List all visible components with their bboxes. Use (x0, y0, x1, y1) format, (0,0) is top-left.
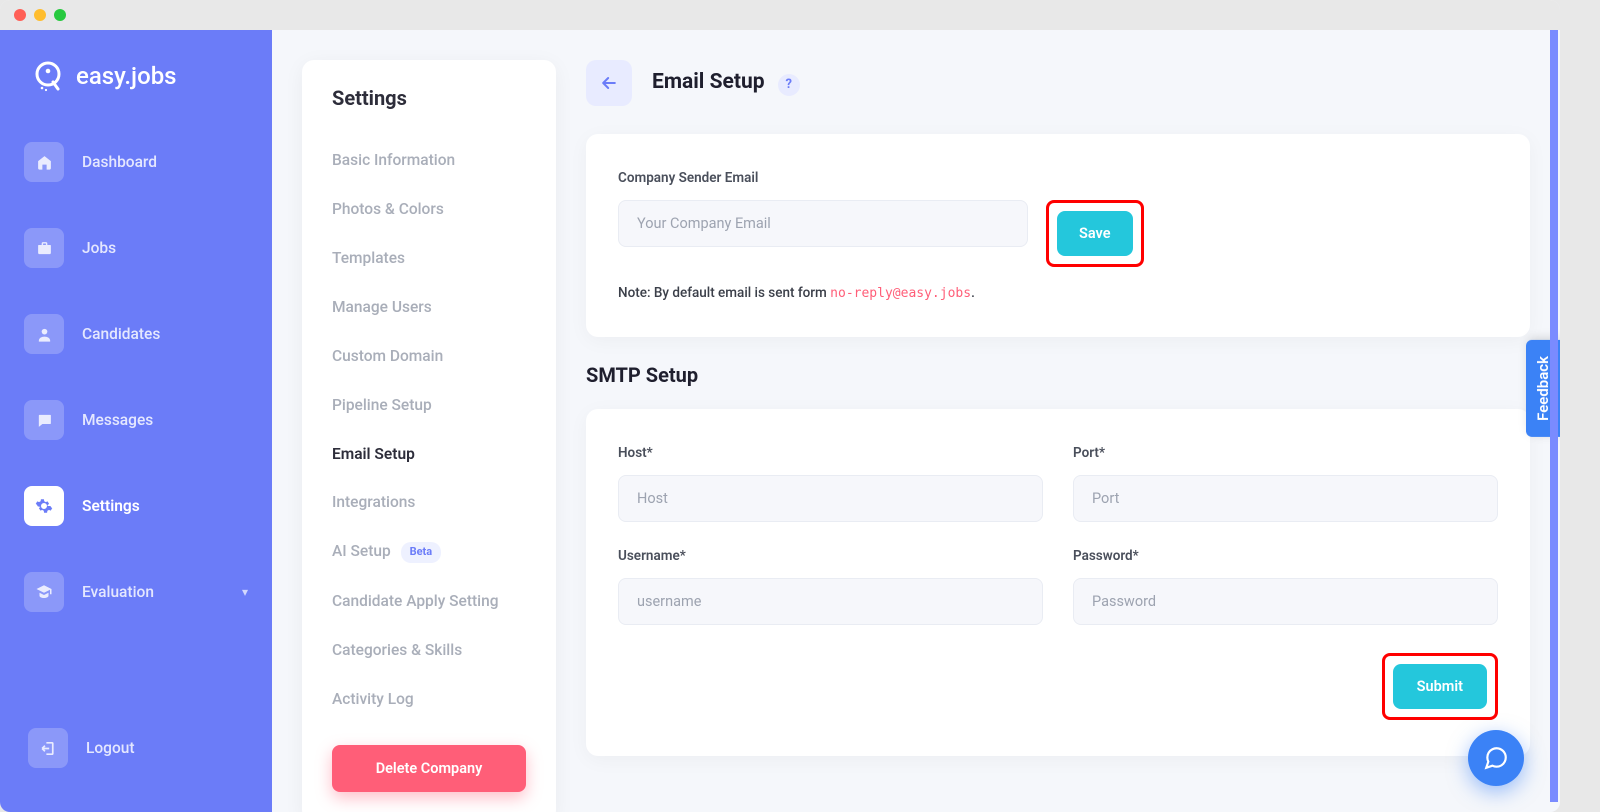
nav-jobs[interactable]: Jobs (20, 214, 252, 282)
nav-label: Evaluation (82, 583, 154, 601)
port-label: Port* (1073, 445, 1498, 461)
window-close-dot[interactable] (14, 9, 26, 21)
nav-settings[interactable]: Settings (20, 472, 252, 540)
nav-label: Logout (86, 739, 135, 757)
username-label: Username* (618, 548, 1043, 564)
host-input[interactable] (618, 475, 1043, 522)
password-label: Password* (1073, 548, 1498, 564)
settings-item-pipeline-setup[interactable]: Pipeline Setup (332, 381, 526, 430)
delete-company-button[interactable]: Delete Company (332, 745, 526, 792)
brand-logo[interactable]: easy.jobs (0, 50, 272, 118)
gear-icon (24, 486, 64, 526)
settings-item-custom-domain[interactable]: Custom Domain (332, 332, 526, 381)
sender-email-label: Company Sender Email (618, 170, 1498, 186)
save-button[interactable]: Save (1057, 211, 1133, 256)
nav-label: Settings (82, 497, 140, 515)
nav-evaluation[interactable]: Evaluation ▾ (20, 558, 252, 626)
sidebar: easy.jobs Dashboard Jobs Candidates Mes (0, 30, 272, 812)
nav-dashboard[interactable]: Dashboard (20, 128, 252, 196)
settings-item-categories-skills[interactable]: Categories & Skills (332, 626, 526, 675)
username-input[interactable] (618, 578, 1043, 625)
primary-nav: Dashboard Jobs Candidates Messages Setti… (0, 118, 272, 704)
help-icon[interactable]: ? (778, 74, 800, 96)
settings-item-integrations[interactable]: Integrations (332, 478, 526, 527)
settings-subnav: Settings Basic Information Photos & Colo… (302, 60, 556, 812)
settings-title: Settings (302, 86, 556, 118)
password-input[interactable] (1073, 578, 1498, 625)
nav-logout[interactable]: Logout (24, 714, 248, 782)
port-input[interactable] (1073, 475, 1498, 522)
nav-candidates[interactable]: Candidates (20, 300, 252, 368)
scrollbar[interactable] (1550, 30, 1558, 802)
brand-icon (30, 58, 66, 94)
save-highlight: Save (1046, 200, 1144, 267)
nav-label: Jobs (82, 239, 116, 257)
submit-button[interactable]: Submit (1393, 664, 1487, 709)
window-minimize-dot[interactable] (34, 9, 46, 21)
chat-launcher[interactable] (1468, 730, 1524, 786)
brand-name: easy.jobs (76, 62, 177, 90)
smtp-section-title: SMTP Setup (586, 363, 1530, 387)
nav-label: Dashboard (82, 153, 157, 171)
settings-item-templates[interactable]: Templates (332, 234, 526, 283)
company-email-input[interactable] (618, 200, 1028, 247)
settings-item-label: AI Setup (332, 542, 391, 560)
submit-highlight: Submit (1382, 653, 1498, 720)
settings-item-email-setup[interactable]: Email Setup (332, 430, 526, 479)
settings-item-activity-log[interactable]: Activity Log (332, 675, 526, 724)
user-icon (24, 314, 64, 354)
graduation-icon (24, 572, 64, 612)
settings-item-manage-users[interactable]: Manage Users (332, 283, 526, 332)
settings-item-candidate-apply[interactable]: Candidate Apply Setting (332, 577, 526, 626)
settings-item-basic-information[interactable]: Basic Information (332, 136, 526, 185)
logout-icon (28, 728, 68, 768)
smtp-card: Host* Port* Username* Password* (586, 409, 1530, 756)
home-icon (24, 142, 64, 182)
host-label: Host* (618, 445, 1043, 461)
settings-item-photos-colors[interactable]: Photos & Colors (332, 185, 526, 234)
chevron-down-icon: ▾ (242, 585, 248, 599)
window-titlebar (0, 0, 1560, 30)
nav-label: Messages (82, 411, 153, 429)
page-title: Email Setup ? (652, 70, 800, 96)
default-email-code: no-reply@easy.jobs (830, 286, 971, 301)
beta-badge: Beta (401, 542, 442, 563)
nav-label: Candidates (82, 325, 160, 343)
nav-messages[interactable]: Messages (20, 386, 252, 454)
briefcase-icon (24, 228, 64, 268)
sender-note: Note: By default email is sent form no-r… (618, 285, 1498, 301)
sender-email-card: Company Sender Email Save Note: By defau… (586, 134, 1530, 337)
main-content: Email Setup ? Company Sender Email Save … (586, 60, 1530, 782)
settings-item-ai-setup[interactable]: AI Setup Beta (332, 527, 526, 576)
chat-icon (24, 400, 64, 440)
window-maximize-dot[interactable] (54, 9, 66, 21)
back-button[interactable] (586, 60, 632, 106)
